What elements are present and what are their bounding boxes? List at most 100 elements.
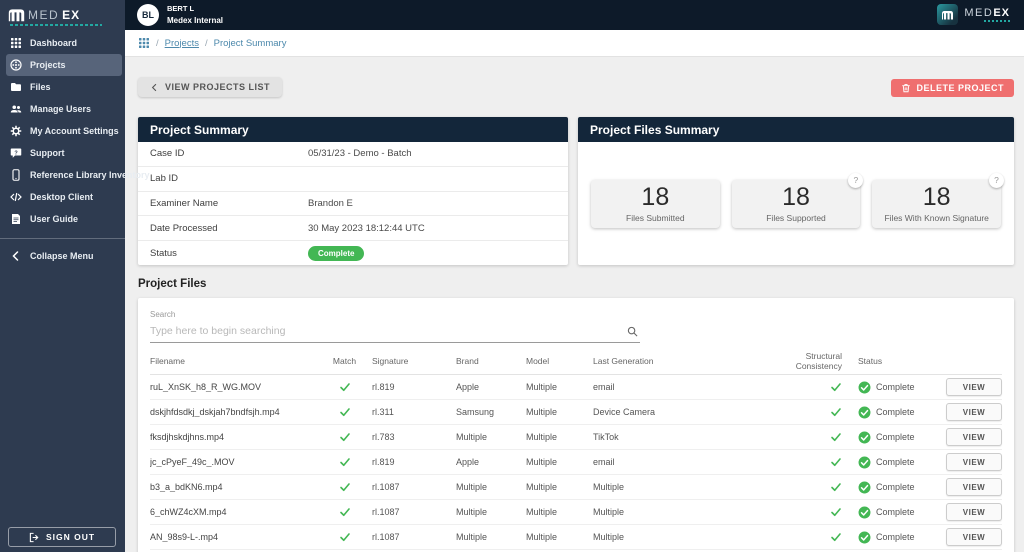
view-button[interactable]: VIEW (946, 378, 1002, 396)
medex-logo-topright: MEDEX (937, 4, 1010, 25)
status-cell: Complete (858, 381, 934, 394)
cell-model: Multiple (526, 532, 593, 542)
cell-model: Multiple (526, 507, 593, 517)
cell-filename: dskjhfdsdkj_dskjah7bndfsjh.mp4 (150, 407, 317, 417)
sidebar-nav: Dashboard Projects Files Manage Users My… (0, 32, 125, 267)
project-summary-card: Project Summary Case ID 05/31/23 - Demo … (138, 117, 568, 265)
status-cell: Complete (858, 431, 934, 444)
summary-row-status: Status Complete (138, 241, 568, 265)
medex-logo[interactable]: MEDEX (0, 0, 125, 22)
view-button[interactable]: VIEW (946, 503, 1002, 521)
search-field: Search (150, 310, 640, 343)
match-check-icon (339, 531, 351, 543)
search-input[interactable] (150, 325, 640, 337)
cell-filename: AN_98s9-L-.mp4 (150, 532, 317, 542)
cell-filename: fksdjhskdjhns.mp4 (150, 432, 317, 442)
cell-brand: Multiple (456, 507, 526, 517)
sidebar-item-label: User Guide (30, 214, 78, 224)
status-badge: Complete (308, 246, 364, 261)
structural-check-icon (830, 406, 858, 418)
user-org: Medex Internal (167, 15, 223, 26)
sidebar-item-label: Desktop Client (30, 192, 93, 202)
help-icon[interactable]: ? (848, 173, 863, 188)
sidebar-item-projects[interactable]: Projects (6, 54, 122, 76)
sign-out-label: SIGN OUT (46, 532, 95, 542)
table-row: b3_a_bdKN6.mp4 rl.1087 Multiple Multiple… (150, 475, 1002, 500)
table-row: jc_cPyeF_49c_.MOV rl.819 Apple Multiple … (150, 450, 1002, 475)
collapse-menu-button[interactable]: Collapse Menu (0, 245, 125, 267)
cell-last-generation: email (593, 457, 763, 467)
summary-row-date-processed: Date Processed 30 May 2023 18:12:44 UTC (138, 216, 568, 241)
files-summary-title: Project Files Summary (578, 117, 1014, 142)
status-cell: Complete (858, 531, 934, 544)
match-check-icon (339, 456, 351, 468)
cell-signature: rl.1087 (372, 482, 456, 492)
view-button[interactable]: VIEW (946, 528, 1002, 546)
main-content: VIEW PROJECTS LIST DELETE PROJECT Projec… (125, 57, 1024, 552)
avatar: BL (137, 4, 159, 26)
sidebar-item-account-settings[interactable]: My Account Settings (0, 120, 125, 142)
field-value: Brandon E (308, 198, 353, 209)
view-button[interactable]: VIEW (946, 453, 1002, 471)
col-status: Status (858, 356, 934, 366)
cell-brand: Apple (456, 457, 526, 467)
user-menu[interactable]: BL BERT L Medex Internal (137, 4, 223, 26)
col-filename: Filename (150, 356, 317, 366)
cell-last-generation: TikTok (593, 432, 763, 442)
match-check-icon (339, 481, 351, 493)
cell-last-generation: email (593, 382, 763, 392)
sidebar-item-reference-library[interactable]: Reference Library Inventory (0, 164, 125, 186)
circle-check-icon (858, 481, 871, 494)
col-match: Match (333, 356, 356, 366)
structural-check-icon (830, 506, 858, 518)
cell-brand: Multiple (456, 482, 526, 492)
code-icon (10, 191, 22, 203)
view-button[interactable]: VIEW (946, 478, 1002, 496)
stat-label: Files With Known Signature (884, 213, 988, 223)
folder-icon (10, 81, 22, 93)
table-row: ruL_XnSK_h8_R_WG.MOV rl.819 Apple Multip… (150, 375, 1002, 400)
view-button[interactable]: VIEW (946, 403, 1002, 421)
field-label: Lab ID (150, 173, 308, 184)
sidebar-item-manage-users[interactable]: Manage Users (0, 98, 125, 120)
table-row: fksdjhskdjhns.mp4 rl.783 Multiple Multip… (150, 425, 1002, 450)
table-row: 6_chWZ4cXM.mp4 rl.1087 Multiple Multiple… (150, 500, 1002, 525)
document-icon (10, 213, 22, 225)
sidebar-item-files[interactable]: Files (0, 76, 125, 98)
cell-signature: rl.819 (372, 382, 456, 392)
help-icon[interactable]: ? (989, 173, 1004, 188)
stat-value: 18 (782, 185, 810, 210)
cell-model: Multiple (526, 482, 593, 492)
field-label: Date Processed (150, 223, 308, 234)
chevron-left-icon (150, 83, 159, 92)
field-label: Examiner Name (150, 198, 308, 209)
cell-brand: Samsung (456, 407, 526, 417)
sidebar-item-desktop-client[interactable]: Desktop Client (0, 186, 125, 208)
delete-project-button[interactable]: DELETE PROJECT (891, 79, 1014, 97)
sidebar-item-dashboard[interactable]: Dashboard (0, 32, 125, 54)
sidebar-item-support[interactable]: Support (0, 142, 125, 164)
sidebar-item-label: Dashboard (30, 38, 77, 48)
status-cell: Complete (858, 456, 934, 469)
sidebar-item-label: Projects (30, 60, 66, 70)
view-button[interactable]: VIEW (946, 428, 1002, 446)
sidebar-item-user-guide[interactable]: User Guide (0, 208, 125, 230)
chevron-left-icon (10, 250, 22, 262)
medex-m-icon (8, 8, 25, 22)
logout-icon (29, 532, 40, 543)
apps-grid-icon[interactable] (138, 37, 150, 49)
cell-model: Multiple (526, 407, 593, 417)
stat-value: 18 (641, 185, 669, 210)
cell-filename: jc_cPyeF_49c_.MOV (150, 457, 317, 467)
view-projects-list-button[interactable]: VIEW PROJECTS LIST (138, 77, 282, 97)
sidebar-item-label: Files (30, 82, 51, 92)
sign-out-button[interactable]: SIGN OUT (8, 527, 116, 547)
stat-label: Files Submitted (626, 213, 685, 223)
logo-tagline (984, 20, 1010, 22)
stat-files-supported: ? 18 Files Supported (732, 180, 861, 228)
search-label: Search (150, 310, 640, 319)
medex-tile-icon (937, 4, 958, 25)
search-icon[interactable] (627, 326, 638, 337)
breadcrumb-link-projects[interactable]: Projects (165, 38, 199, 49)
structural-check-icon (830, 431, 858, 443)
